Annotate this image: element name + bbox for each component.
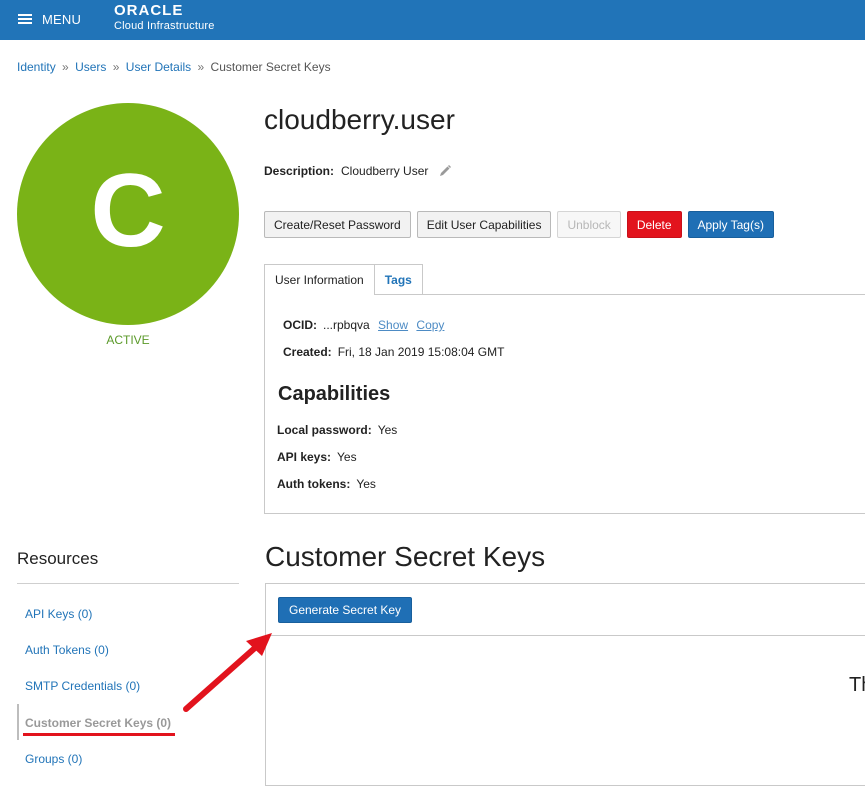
local-password-row: Local password: Yes	[277, 423, 397, 437]
menu-label: MENU	[42, 11, 82, 27]
brand-subtitle: Cloud Infrastructure	[114, 20, 215, 32]
active-resource-indicator	[17, 704, 19, 740]
description-label: Description:	[264, 164, 335, 178]
breadcrumb: Identity » Users » User Details » Custom…	[17, 60, 331, 74]
brand-name: ORACLE	[114, 2, 184, 19]
api-keys-row: API keys: Yes	[277, 450, 357, 464]
empty-state-text: Th	[849, 674, 865, 696]
secret-keys-toolbar: Generate Secret Key	[266, 584, 865, 636]
secret-keys-panel: Generate Secret Key Th	[265, 583, 865, 786]
created-label: Created:	[283, 345, 332, 359]
local-password-value: Yes	[377, 423, 398, 437]
unblock-button[interactable]: Unblock	[557, 211, 621, 238]
generate-secret-key-button[interactable]: Generate Secret Key	[278, 597, 413, 623]
delete-button[interactable]: Delete	[626, 211, 682, 238]
ocid-label: OCID:	[283, 318, 317, 332]
breadcrumb-link-user-details[interactable]: User Details	[126, 60, 191, 74]
resource-auth-tokens[interactable]: Auth Tokens (0)	[25, 643, 109, 657]
resource-groups[interactable]: Groups (0)	[25, 752, 82, 766]
section-title: Customer Secret Keys	[265, 541, 546, 572]
breadcrumb-separator: »	[197, 60, 205, 74]
annotation-underline	[23, 733, 175, 736]
breadcrumb-link-users[interactable]: Users	[75, 60, 106, 74]
ocid-row: OCID: ...rpbqva Show Copy	[283, 318, 444, 332]
resources-heading: Resources	[17, 549, 99, 568]
resource-smtp-credentials[interactable]: SMTP Credentials (0)	[25, 679, 140, 693]
capabilities-heading: Capabilities	[278, 383, 391, 405]
edit-pencil-icon[interactable]	[438, 164, 452, 178]
action-buttons: Create/Reset Password Edit User Capabili…	[264, 211, 774, 238]
local-password-label: Local password:	[277, 423, 372, 437]
menu-button[interactable]: MENU	[18, 10, 81, 28]
description-value: Cloudberry User	[341, 164, 429, 178]
details-tabs: User Information Tags	[264, 264, 423, 295]
tab-user-information[interactable]: User Information	[264, 264, 375, 295]
created-row: Created: Fri, 18 Jan 2019 15:08:04 GMT	[283, 345, 504, 359]
auth-tokens-row: Auth tokens: Yes	[277, 477, 376, 491]
tab-tags[interactable]: Tags	[373, 264, 423, 294]
user-avatar: C	[17, 103, 239, 325]
ocid-show-link[interactable]: Show	[378, 318, 408, 332]
resources-divider	[17, 583, 239, 584]
top-navigation-bar: MENU ORACLE Cloud Infrastructure	[0, 0, 865, 40]
breadcrumb-separator: »	[62, 60, 69, 74]
api-keys-label: API keys:	[277, 450, 332, 464]
edit-user-capabilities-button[interactable]: Edit User Capabilities	[416, 211, 552, 238]
create-reset-password-button[interactable]: Create/Reset Password	[264, 211, 411, 238]
created-value: Fri, 18 Jan 2019 15:08:04 GMT	[337, 345, 505, 359]
avatar-letter: C	[90, 153, 166, 269]
page-title: cloudberry.user	[264, 104, 455, 135]
status-label: ACTIVE	[106, 333, 150, 347]
description-row: Description: Cloudberry User	[264, 164, 452, 178]
apply-tags-button[interactable]: Apply Tag(s)	[687, 211, 774, 238]
api-keys-value: Yes	[337, 450, 357, 464]
breadcrumb-link-identity[interactable]: Identity	[17, 60, 56, 74]
hamburger-icon	[18, 14, 32, 24]
ocid-value: ...rpbqva	[323, 318, 370, 332]
breadcrumb-current: Customer Secret Keys	[210, 60, 331, 74]
auth-tokens-label: Auth tokens:	[277, 477, 351, 491]
ocid-copy-link[interactable]: Copy	[416, 318, 444, 332]
breadcrumb-separator: »	[112, 60, 120, 74]
auth-tokens-value: Yes	[356, 477, 376, 491]
resource-customer-secret-keys[interactable]: Customer Secret Keys (0)	[25, 716, 171, 730]
resource-api-keys[interactable]: API Keys (0)	[25, 607, 92, 621]
user-information-panel: OCID: ...rpbqva Show Copy Created: Fri, 18…	[264, 294, 865, 514]
oracle-logo[interactable]: ORACLE Cloud Infrastructure	[114, 3, 215, 33]
